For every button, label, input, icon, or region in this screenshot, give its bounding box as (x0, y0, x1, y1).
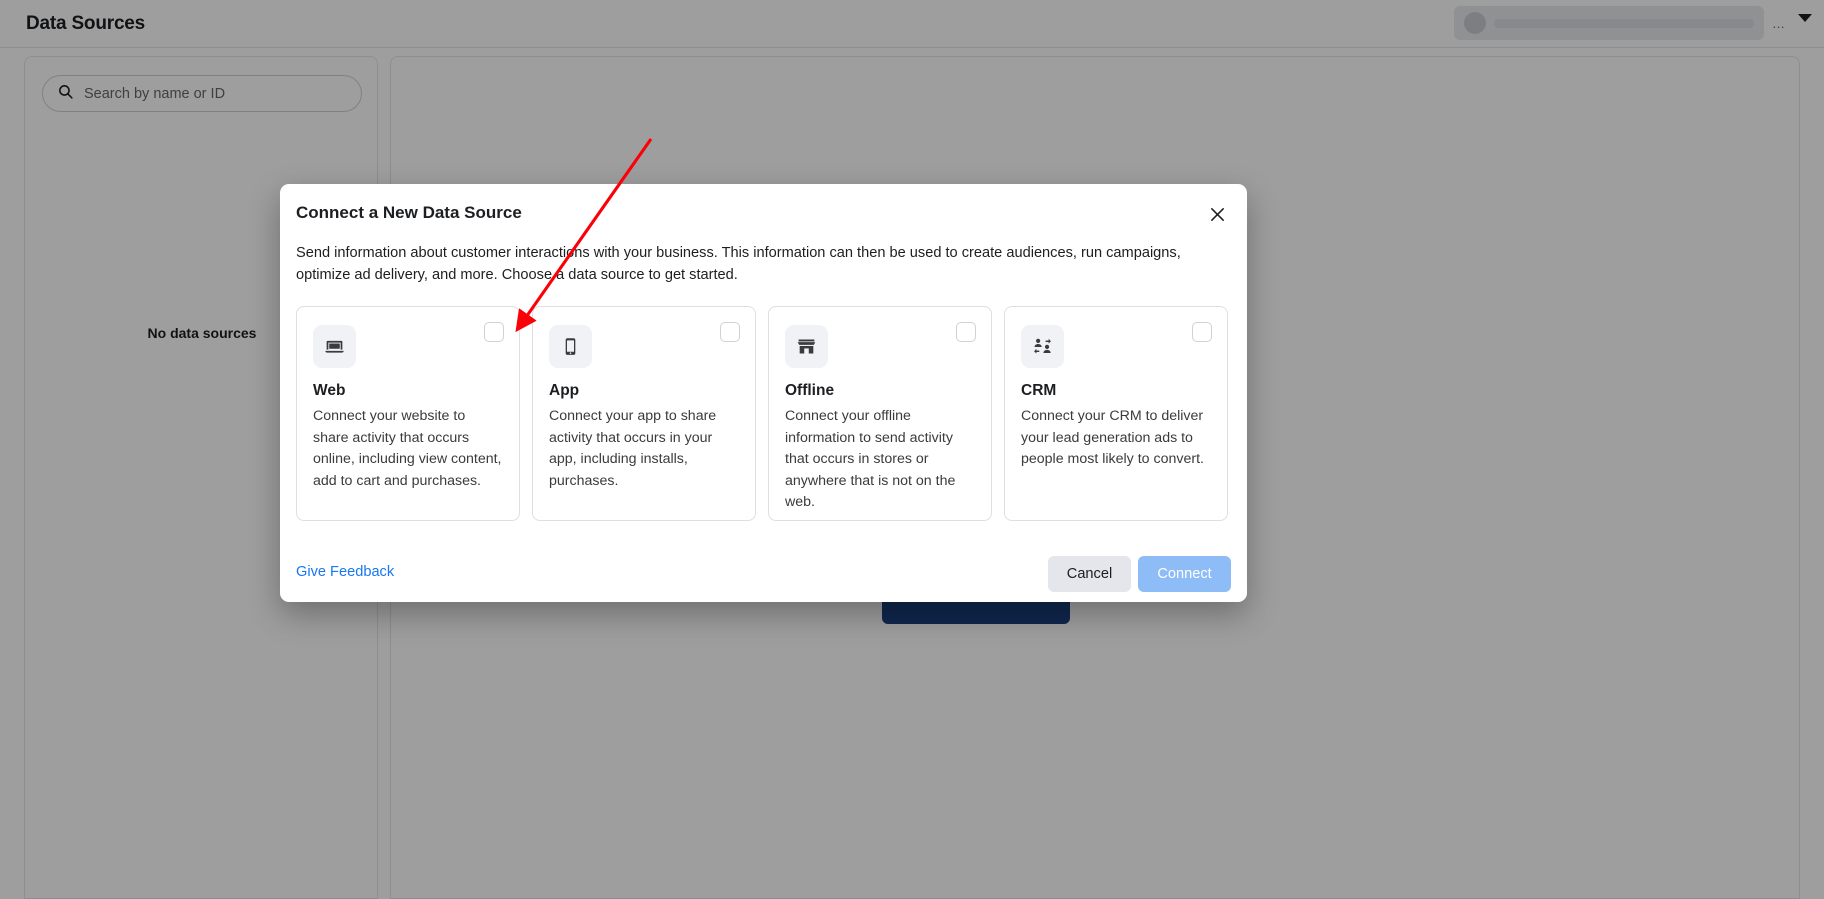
card-title: App (549, 382, 580, 399)
data-source-card-app[interactable]: App Connect your app to share activity t… (532, 306, 756, 521)
data-source-card-offline[interactable]: Offline Connect your offline information… (768, 306, 992, 521)
card-checkbox-offline[interactable] (956, 322, 976, 342)
laptop-icon (313, 325, 356, 368)
dialog-description: Send information about customer interact… (296, 245, 1181, 283)
card-checkbox-web[interactable] (484, 322, 504, 342)
people-sync-icon (1021, 325, 1064, 368)
card-description: Connect your app to share activity that … (549, 408, 717, 489)
mobile-phone-icon (549, 325, 592, 368)
storefront-icon (785, 325, 828, 368)
connect-button: Connect (1138, 556, 1231, 592)
dialog-title: Connect a New Data Source (296, 203, 522, 222)
close-icon[interactable] (1205, 202, 1229, 226)
card-checkbox-app[interactable] (720, 322, 740, 342)
card-description: Connect your offline information to send… (785, 408, 956, 510)
card-description: Connect your CRM to deliver your lead ge… (1021, 408, 1204, 467)
data-source-card-list: Web Connect your website to share activi… (296, 306, 1230, 521)
card-title: Web (313, 382, 346, 399)
give-feedback-link[interactable]: Give Feedback (296, 564, 394, 580)
card-checkbox-crm[interactable] (1192, 322, 1212, 342)
cancel-button[interactable]: Cancel (1048, 556, 1131, 592)
card-description: Connect your website to share activity t… (313, 408, 502, 489)
card-title: CRM (1021, 382, 1057, 399)
card-title: Offline (785, 382, 835, 399)
data-source-card-crm[interactable]: CRM Connect your CRM to deliver your lea… (1004, 306, 1228, 521)
data-source-card-web[interactable]: Web Connect your website to share activi… (296, 306, 520, 521)
